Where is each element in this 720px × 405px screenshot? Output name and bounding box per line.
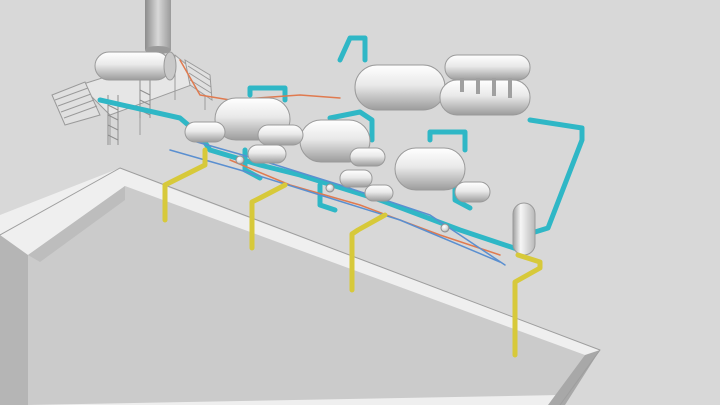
drum-extension: [439, 79, 531, 116]
heat-exchanger-icon: [364, 184, 394, 202]
vertical-column[interactable]: [512, 202, 536, 256]
heat-exchanger-icon: [454, 181, 491, 203]
heat-exchanger-icon: [349, 147, 386, 167]
heat-exchanger-icon: [257, 124, 304, 146]
column-icon: [512, 202, 536, 256]
pump-icon: [325, 183, 335, 193]
heat-exchanger-icon: [184, 121, 226, 143]
3d-scene-viewport[interactable]: [0, 0, 720, 405]
plant-scene: [0, 0, 720, 405]
heat-exchanger-icon: [339, 169, 373, 188]
pump-icon: [440, 223, 450, 233]
vessel-icon: [394, 147, 466, 191]
vessel-icon: [354, 64, 446, 111]
sphere-vessel-c[interactable]: [394, 147, 466, 191]
pump-icon: [235, 155, 245, 165]
stack-icon: [145, 0, 171, 50]
stack[interactable]: [145, 0, 171, 54]
upper-drum: [444, 54, 531, 81]
heat-exchanger-icon: [247, 144, 287, 164]
basin-inner-wall-left: [0, 235, 28, 405]
boiler-icon: [94, 51, 177, 81]
